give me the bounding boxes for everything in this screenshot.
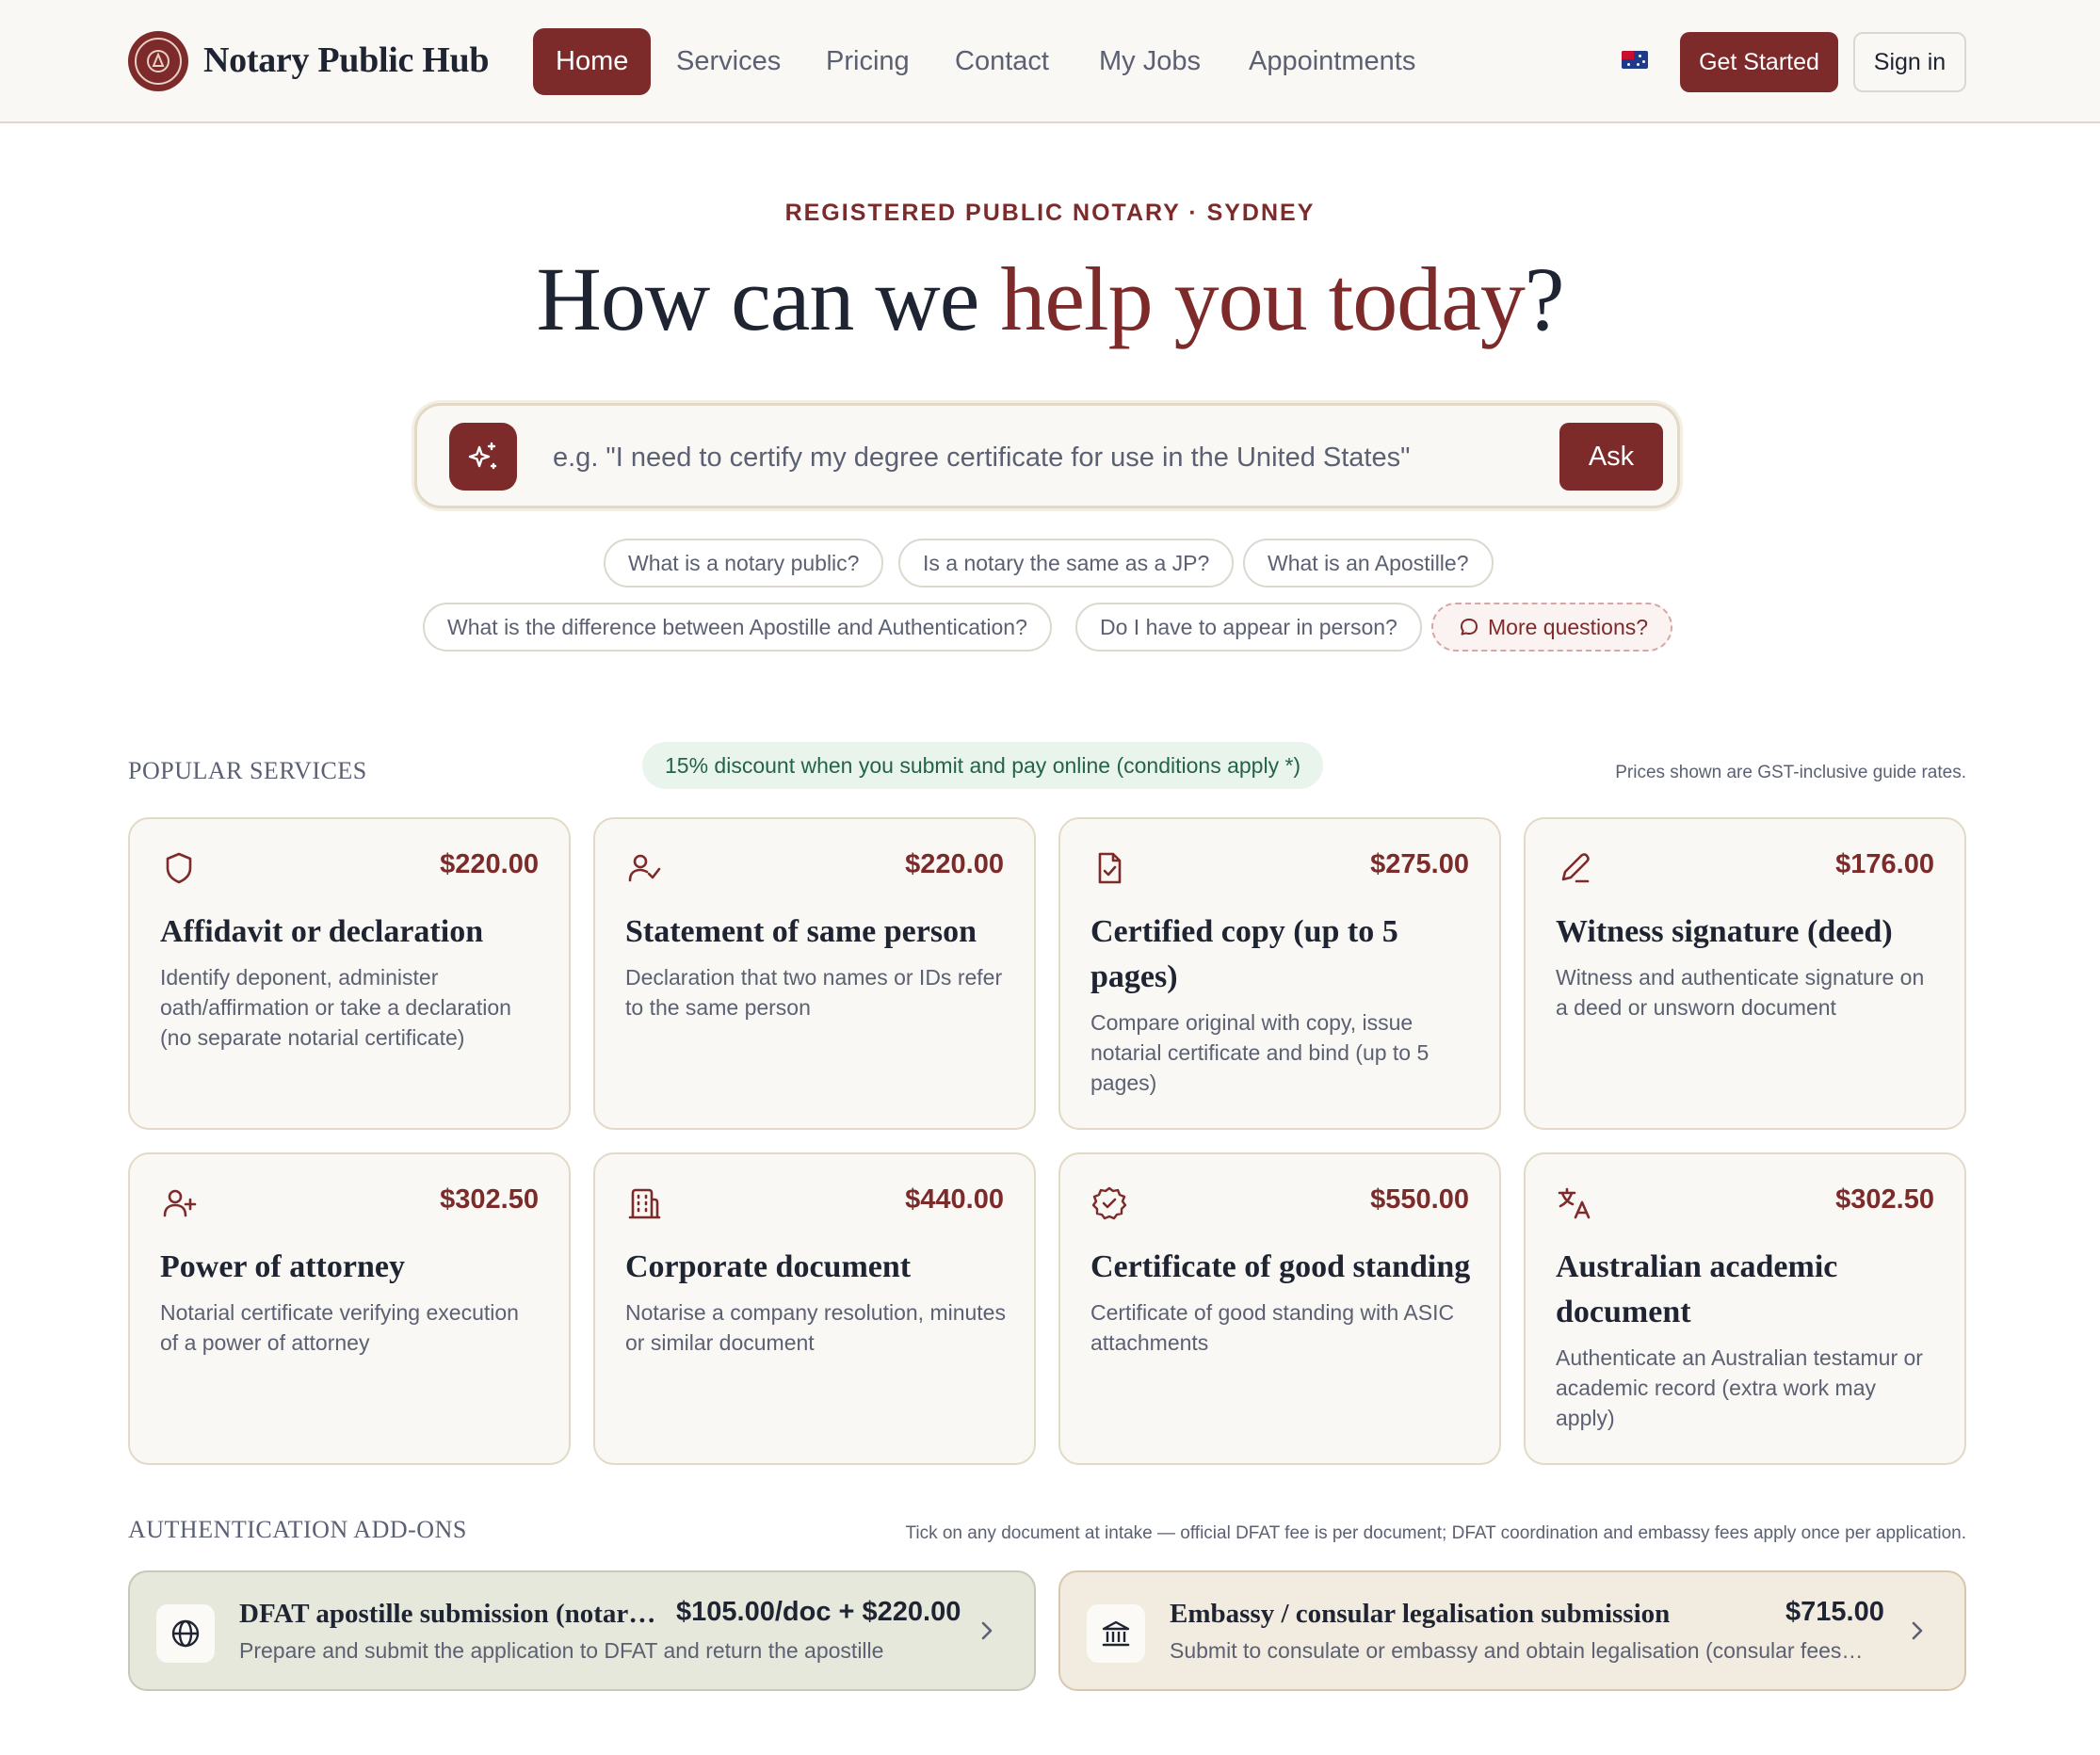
- pen-icon: [1561, 853, 1590, 883]
- sign-in-button[interactable]: Sign in: [1853, 32, 1966, 92]
- service-title: Power of attorney: [160, 1249, 405, 1284]
- service-card-corporate-document[interactable]: $440.00 Corporate document Notarise a co…: [593, 1152, 1036, 1465]
- chip-notary-vs-jp[interactable]: Is a notary the same as a JP?: [898, 539, 1235, 588]
- gst-note: Prices shown are GST-inclusive guide rat…: [1615, 763, 1966, 782]
- service-description: Declaration that two names or IDs refer …: [625, 965, 1003, 1020]
- logo-icon[interactable]: [128, 31, 188, 91]
- languages-icon: [1558, 1187, 1591, 1219]
- nav-services[interactable]: Services: [676, 28, 781, 95]
- shield-icon: [166, 852, 192, 884]
- ask-button[interactable]: Ask: [1559, 423, 1663, 491]
- addon-name: Embassy / consular legalisation submissi…: [1170, 1599, 1671, 1629]
- service-title: Corporate document: [625, 1249, 912, 1284]
- message-circle-icon: [1461, 619, 1478, 636]
- hero-title-accent: help you today: [1000, 249, 1526, 349]
- badge-check-icon: [1091, 1186, 1127, 1220]
- service-description: Authenticate an Australian testamur or a…: [1556, 1345, 1923, 1430]
- service-card-academic-document[interactable]: $302.50 Australian academic document Aut…: [1524, 1152, 1966, 1465]
- service-title: Certified copy (up to 5 pages): [1090, 914, 1398, 994]
- addons-note: Tick on any document at intake — officia…: [905, 1523, 1966, 1543]
- service-price: $220.00: [905, 849, 1004, 879]
- service-title: Australian academic document: [1556, 1249, 1838, 1329]
- addon-name: DFAT apostille submission (notarial): [239, 1599, 657, 1629]
- service-card-good-standing[interactable]: $550.00 Certificate of good standing Cer…: [1058, 1152, 1501, 1465]
- hero-eyebrow: REGISTERED PUBLIC NOTARY · SYDNEY: [784, 200, 1316, 226]
- sparkles-icon: [449, 423, 517, 491]
- addon-price: $105.00/doc + $220.00: [676, 1597, 961, 1627]
- brand-name[interactable]: Notary Public Hub: [203, 40, 489, 81]
- service-description: Identify deponent, administer oath/affir…: [160, 965, 511, 1050]
- chip-what-is-notary[interactable]: What is a notary public?: [604, 539, 884, 588]
- service-card-certified-copy[interactable]: $275.00 Certified copy (up to 5 pages) C…: [1058, 817, 1501, 1130]
- addon-price: $715.00: [1785, 1597, 1884, 1627]
- hero-title: How can we help you today?: [0, 247, 2100, 351]
- addon-embassy-legalisation[interactable]: Embassy / consular legalisation submissi…: [1058, 1570, 1966, 1691]
- chip-more-questions[interactable]: More questions?: [1431, 603, 1673, 652]
- addon-description: Prepare and submit the application to DF…: [239, 1638, 884, 1663]
- service-price: $220.00: [440, 849, 539, 879]
- discount-banner: 15% discount when you submit and pay onl…: [642, 742, 1324, 789]
- chip-appear-in-person[interactable]: Do I have to appear in person?: [1075, 603, 1422, 652]
- building-icon: [628, 1188, 661, 1219]
- nav-home[interactable]: Home: [533, 28, 652, 95]
- service-description: Notarise a company resolution, minutes o…: [625, 1300, 1006, 1355]
- hero-title-end: ?: [1524, 249, 1565, 349]
- service-price: $302.50: [1835, 1184, 1934, 1215]
- service-title: Statement of same person: [625, 914, 977, 949]
- nav-pricing[interactable]: Pricing: [826, 28, 910, 95]
- service-price: $550.00: [1370, 1184, 1469, 1215]
- service-description: Witness and authenticate signature on a …: [1556, 965, 1925, 1020]
- globe-icon: [156, 1604, 215, 1663]
- australia-flag-icon[interactable]: [1622, 51, 1648, 69]
- service-title: Witness signature (deed): [1556, 914, 1893, 949]
- service-price: $176.00: [1835, 849, 1934, 879]
- site-header: Notary Public Hub Home Services Pricing …: [0, 0, 2100, 123]
- service-price: $275.00: [1370, 849, 1469, 879]
- more-questions-label: More questions?: [1488, 614, 1649, 639]
- file-check-icon: [1098, 852, 1122, 884]
- service-title: Certificate of good standing: [1090, 1249, 1471, 1284]
- nav-contact[interactable]: Contact: [955, 28, 1049, 95]
- chevron-right-icon: [981, 1621, 993, 1640]
- user-plus-icon: [163, 1189, 197, 1217]
- ask-search-bar: Ask: [414, 403, 1680, 508]
- chip-what-is-apostille[interactable]: What is an Apostille?: [1243, 539, 1494, 588]
- service-card-witness-signature[interactable]: $176.00 Witness signature (deed) Witness…: [1524, 817, 1966, 1130]
- service-card-affidavit[interactable]: $220.00 Affidavit or declaration Identif…: [128, 817, 571, 1130]
- landmark-icon: [1087, 1604, 1145, 1663]
- service-description: Compare original with copy, issue notari…: [1090, 1010, 1430, 1095]
- service-description: Certificate of good standing with ASIC a…: [1090, 1300, 1455, 1355]
- question-input[interactable]: [553, 425, 1551, 491]
- get-started-button[interactable]: Get Started: [1680, 32, 1838, 92]
- service-card-power-of-attorney[interactable]: $302.50 Power of attorney Notarial certi…: [128, 1152, 571, 1465]
- addon-dfat-apostille[interactable]: DFAT apostille submission (notarial) $10…: [128, 1570, 1036, 1691]
- service-price: $440.00: [905, 1184, 1004, 1215]
- service-price: $302.50: [440, 1184, 539, 1215]
- nav-my-jobs[interactable]: My Jobs: [1099, 28, 1201, 95]
- user-check-icon: [628, 854, 661, 882]
- service-title: Affidavit or declaration: [160, 914, 484, 949]
- chevron-right-icon: [1912, 1621, 1923, 1640]
- chip-apostille-vs-authentication[interactable]: What is the difference between Apostille…: [423, 603, 1052, 652]
- popular-services-heading: POPULAR SERVICES: [128, 757, 367, 784]
- hero-title-start: How can we: [536, 249, 1001, 349]
- addons-heading: AUTHENTICATION ADD-ONS: [128, 1516, 467, 1543]
- addon-description: Submit to consulate or embassy and obtai…: [1170, 1638, 1866, 1663]
- service-card-same-person[interactable]: $220.00 Statement of same person Declara…: [593, 817, 1036, 1130]
- service-description: Notarial certificate verifying execution…: [160, 1300, 519, 1355]
- nav-appointments[interactable]: Appointments: [1249, 28, 1415, 95]
